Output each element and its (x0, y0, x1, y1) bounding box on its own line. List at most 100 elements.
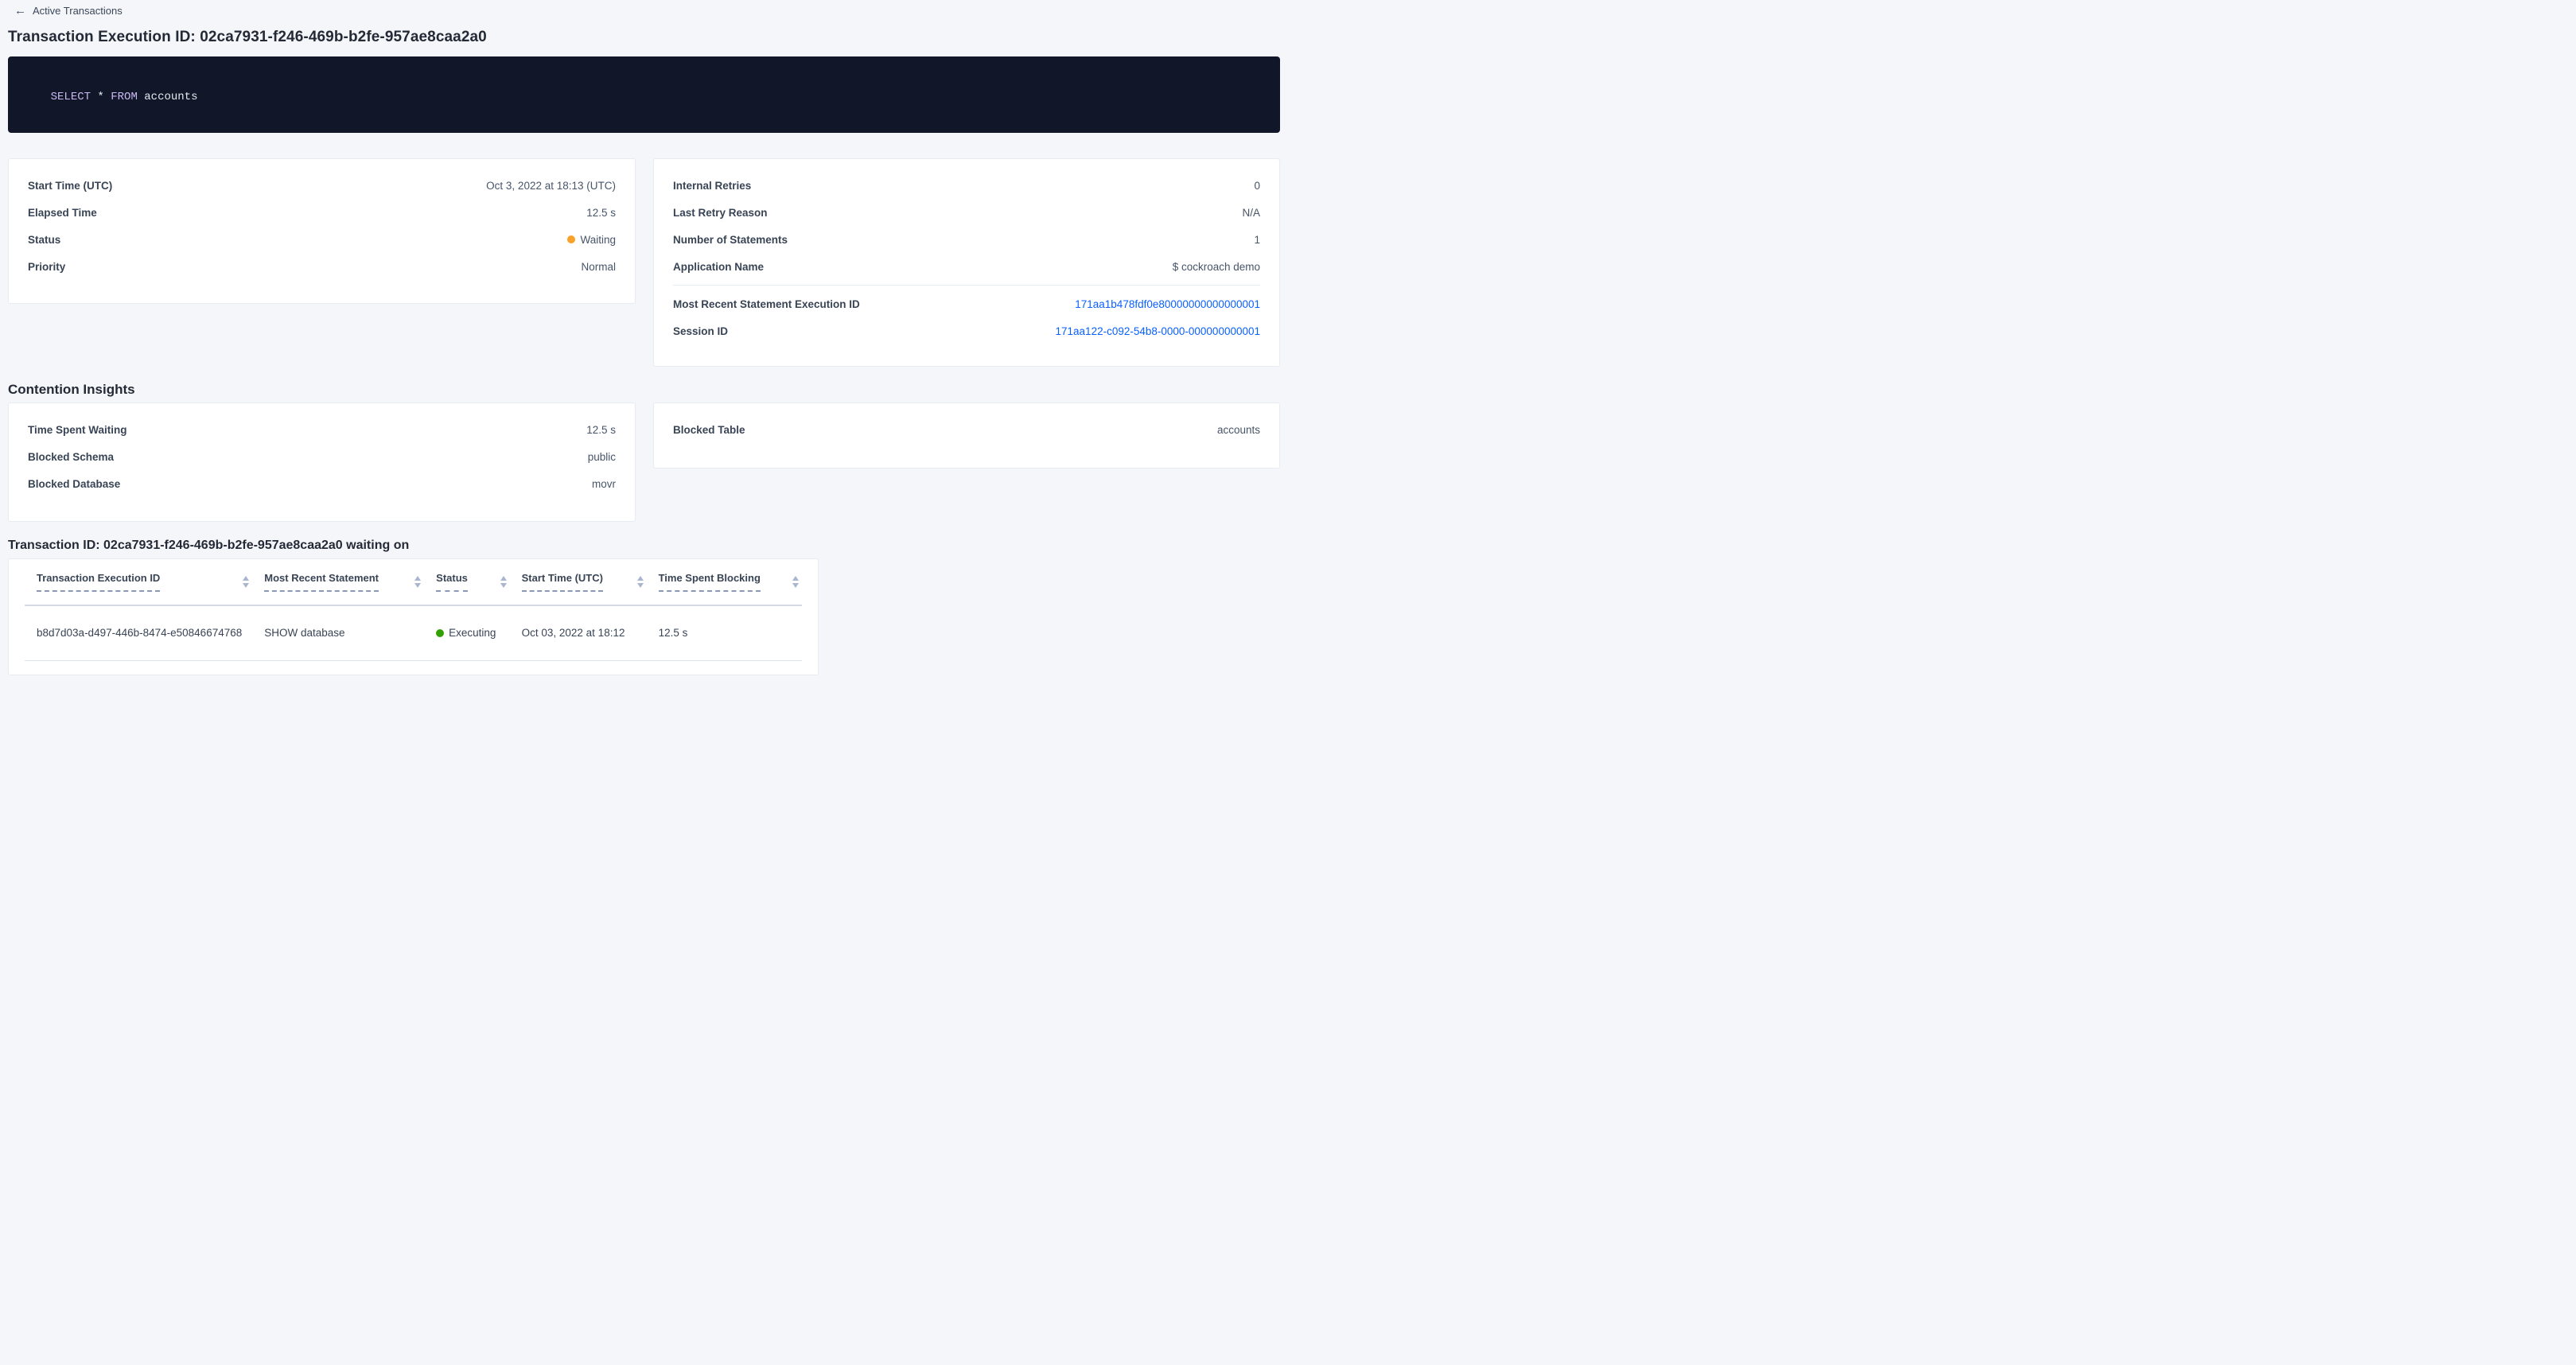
transaction-details-card: Internal Retries 0 Last Retry Reason N/A… (653, 158, 1280, 367)
application-name-row: Application Name $ cockroach demo (673, 253, 1260, 280)
status-waiting-dot-icon (567, 235, 575, 243)
application-name-label: Application Name (673, 261, 764, 273)
sql-text: accounts (138, 91, 198, 103)
sql-statement-box: SELECT * FROM accounts (8, 56, 1280, 133)
time-spent-waiting-label: Time Spent Waiting (28, 424, 127, 436)
column-header-label[interactable]: Most Recent Statement (264, 572, 379, 592)
priority-value: Normal (581, 261, 616, 273)
sort-up-arrow-icon[interactable] (792, 576, 799, 581)
sql-text: * (91, 91, 111, 103)
contention-blocked-table-card: Blocked Table accounts (653, 402, 1280, 469)
blocked-schema-label: Blocked Schema (28, 451, 114, 463)
session-id-row: Session ID 171aa122-c092-54b8-0000-00000… (673, 317, 1260, 344)
blocked-schema-row: Blocked Schema public (28, 443, 616, 470)
sql-keyword: FROM (111, 91, 138, 103)
start-time-row: Start Time (UTC) Oct 3, 2022 at 18:13 (U… (28, 172, 616, 199)
blocked-table-label: Blocked Table (673, 424, 745, 436)
column-header-time-spent-blocking[interactable]: Time Spent Blocking (647, 559, 802, 605)
elapsed-time-row: Elapsed Time 12.5 s (28, 199, 616, 226)
waiting-on-table-card: Transaction Execution ID Most Recent Sta… (8, 558, 819, 675)
start-time-label: Start Time (UTC) (28, 180, 112, 192)
sort-down-arrow-icon[interactable] (414, 583, 421, 588)
back-link-label: Active Transactions (33, 5, 123, 17)
priority-label: Priority (28, 261, 65, 273)
blocked-table-value: accounts (1217, 424, 1260, 436)
status-text: Waiting (580, 234, 616, 246)
sort-icon[interactable] (414, 576, 421, 588)
time-spent-waiting-value: 12.5 s (586, 424, 616, 436)
sort-up-arrow-icon[interactable] (637, 576, 644, 581)
last-retry-reason-row: Last Retry Reason N/A (673, 199, 1260, 226)
time-spent-waiting-row: Time Spent Waiting 12.5 s (28, 416, 616, 443)
cell-status: Executing (424, 605, 509, 660)
session-id-link[interactable]: 171aa122-c092-54b8-0000-000000000001 (1056, 325, 1260, 337)
sort-down-arrow-icon[interactable] (792, 583, 799, 588)
sort-down-arrow-icon[interactable] (637, 583, 644, 588)
topbar: ← Active Transactions (0, 0, 1288, 20)
application-name-value: $ cockroach demo (1173, 261, 1260, 273)
card-divider (673, 285, 1260, 286)
blocked-database-row: Blocked Database movr (28, 470, 616, 497)
sort-icon[interactable] (637, 576, 644, 588)
waiting-on-heading: Transaction ID: 02ca7931-f246-469b-b2fe-… (8, 538, 1288, 554)
sort-icon[interactable] (500, 576, 507, 588)
active-transaction-details-page: ← Active Transactions Transaction Execut… (0, 0, 1288, 682)
page-title: Transaction Execution ID: 02ca7931-f246-… (8, 28, 1288, 47)
summary-cards-row: Start Time (UTC) Oct 3, 2022 at 18:13 (U… (8, 158, 1280, 367)
column-header-transaction-execution-id[interactable]: Transaction Execution ID (25, 559, 252, 605)
column-header-status[interactable]: Status (424, 559, 509, 605)
start-time-value: Oct 3, 2022 at 18:13 (UTC) (486, 180, 616, 192)
cell-most-recent-statement: SHOW database (252, 605, 424, 660)
status-executing-dot-icon (436, 629, 444, 637)
internal-retries-row: Internal Retries 0 (673, 172, 1260, 199)
blocked-schema-value: public (588, 451, 616, 463)
elapsed-time-value: 12.5 s (586, 207, 616, 219)
cell-start-time: Oct 03, 2022 at 18:12 (510, 605, 647, 660)
internal-retries-label: Internal Retries (673, 180, 751, 192)
column-header-start-time[interactable]: Start Time (UTC) (510, 559, 647, 605)
contention-insights-heading: Contention Insights (8, 381, 1288, 399)
statement-execution-id-link[interactable]: 171aa1b478fdf0e80000000000000001 (1075, 298, 1260, 310)
cell-transaction-execution-id: b8d7d03a-d497-446b-8474-e50846674768 (25, 605, 252, 660)
blocked-database-label: Blocked Database (28, 478, 120, 490)
blocked-table-row: Blocked Table accounts (673, 416, 1260, 443)
column-header-label[interactable]: Time Spent Blocking (659, 572, 761, 592)
number-of-statements-row: Number of Statements 1 (673, 226, 1260, 253)
cell-time-spent-blocking: 12.5 s (647, 605, 802, 660)
priority-row: Priority Normal (28, 253, 616, 280)
last-retry-reason-label: Last Retry Reason (673, 207, 768, 219)
number-of-statements-value: 1 (1254, 234, 1260, 246)
statement-execution-id-row: Most Recent Statement Execution ID 171aa… (673, 290, 1260, 317)
sort-up-arrow-icon[interactable] (243, 576, 249, 581)
sql-keyword: SELECT (51, 91, 91, 103)
status-row: Status Waiting (28, 226, 616, 253)
sort-up-arrow-icon[interactable] (500, 576, 507, 581)
blocked-database-value: movr (592, 478, 616, 490)
session-id-label: Session ID (673, 325, 728, 337)
contention-cards-row: Time Spent Waiting 12.5 s Blocked Schema… (8, 402, 1280, 522)
status-value: Waiting (567, 234, 616, 246)
back-to-active-transactions-link[interactable]: ← Active Transactions (14, 5, 123, 17)
column-header-label[interactable]: Status (436, 572, 468, 592)
statement-execution-id-label: Most Recent Statement Execution ID (673, 298, 860, 310)
column-header-most-recent-statement[interactable]: Most Recent Statement (252, 559, 424, 605)
back-arrow-icon: ← (14, 6, 26, 16)
column-header-label[interactable]: Start Time (UTC) (522, 572, 603, 592)
table-row: b8d7d03a-d497-446b-8474-e50846674768 SHO… (25, 605, 802, 660)
status-label: Status (28, 234, 60, 246)
sort-up-arrow-icon[interactable] (414, 576, 421, 581)
internal-retries-value: 0 (1254, 180, 1260, 192)
sort-down-arrow-icon[interactable] (243, 583, 249, 588)
sort-icon[interactable] (792, 576, 799, 588)
column-header-label[interactable]: Transaction Execution ID (37, 572, 160, 592)
transaction-summary-card: Start Time (UTC) Oct 3, 2022 at 18:13 (U… (8, 158, 636, 304)
sort-down-arrow-icon[interactable] (500, 583, 507, 588)
table-header-row: Transaction Execution ID Most Recent Sta… (25, 559, 802, 605)
waiting-on-table: Transaction Execution ID Most Recent Sta… (25, 559, 802, 661)
number-of-statements-label: Number of Statements (673, 234, 788, 246)
sort-icon[interactable] (243, 576, 249, 588)
last-retry-reason-value: N/A (1242, 207, 1260, 219)
contention-waiting-card: Time Spent Waiting 12.5 s Blocked Schema… (8, 402, 636, 522)
elapsed-time-label: Elapsed Time (28, 207, 97, 219)
cell-status-text: Executing (449, 627, 496, 639)
